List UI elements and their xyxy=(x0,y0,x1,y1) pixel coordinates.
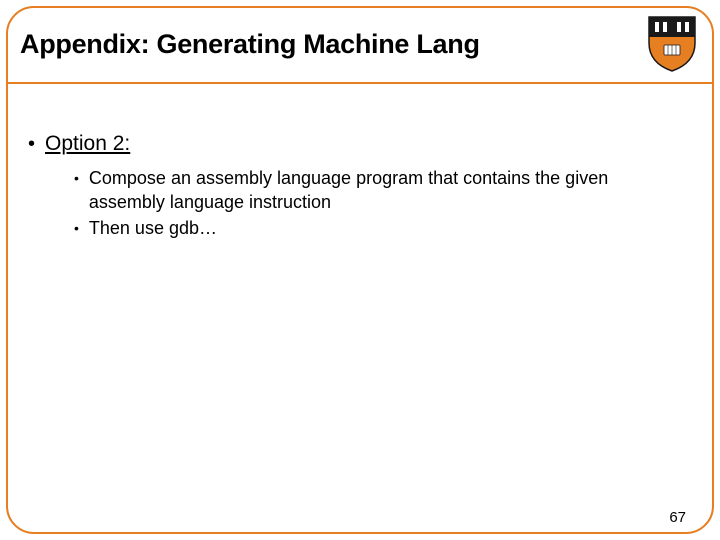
bullet-level2-text: Then use gdb… xyxy=(89,216,217,240)
bullet-level2: • Compose an assembly language program t… xyxy=(74,166,692,214)
page-number: 67 xyxy=(669,509,686,526)
slide-title: Appendix: Generating Machine Lang xyxy=(20,29,480,60)
bullet-dot-icon: • xyxy=(74,216,79,240)
title-bar: Appendix: Generating Machine Lang xyxy=(6,6,714,84)
slide-frame xyxy=(6,6,714,534)
sub-bullet-list: • Compose an assembly language program t… xyxy=(74,166,692,240)
bullet-level1-text: Option 2: xyxy=(45,130,130,158)
bullet-level2: • Then use gdb… xyxy=(74,216,692,240)
bullet-dot-icon: • xyxy=(28,130,35,158)
princeton-shield-icon xyxy=(644,13,700,75)
bullet-level2-text: Compose an assembly language program tha… xyxy=(89,166,649,214)
bullet-level1: • Option 2: xyxy=(28,130,692,158)
content-area: • Option 2: • Compose an assembly langua… xyxy=(28,130,692,242)
bullet-dot-icon: • xyxy=(74,166,79,190)
